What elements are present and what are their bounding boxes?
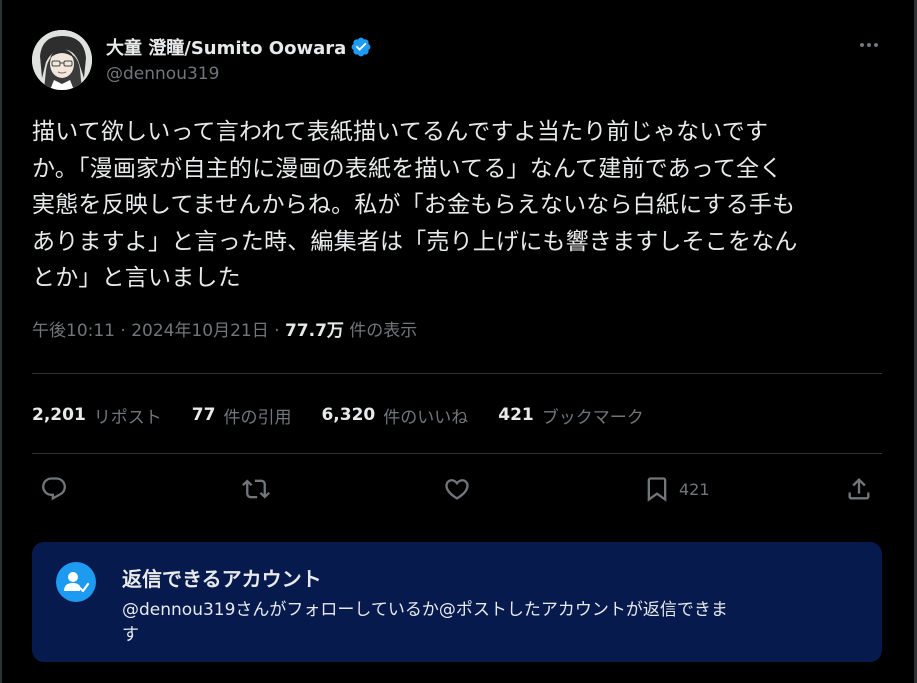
reply-restriction-badge [56, 562, 96, 602]
frame-border-left [0, 0, 2, 683]
reply-restriction-description-line: @dennou319さんがフォローしているか@ポストしたアカウントが返信できま [122, 600, 728, 620]
bookmark-count: 421 [679, 479, 710, 499]
stat-likes[interactable]: 6,320 件のいいね [321, 403, 468, 428]
stat-bookmarks[interactable]: 421 ブックマーク [498, 403, 644, 428]
stat-reposts[interactable]: 2,201 リポスト [32, 403, 162, 428]
bookmarks-label: ブックマーク [541, 407, 644, 428]
verified-badge-icon[interactable] [350, 36, 372, 58]
reply-icon [42, 477, 66, 501]
tweet-text-line: 描いて欲しいって言われて表紙描いてるんですよ当たり前じゃないです [32, 119, 769, 145]
views-count: 77.7万 [284, 321, 344, 341]
tweet-text-line: 実態を反映してませんからね。私が「お金もらえないなら白紙にする手も [32, 192, 796, 218]
stat-quotes[interactable]: 77 件の引用 [192, 403, 292, 428]
like-button[interactable] [443, 474, 471, 504]
tweet-text-line: とか」と言いました [32, 265, 241, 291]
repost-icon [242, 479, 270, 499]
author-name-text: 大童 澄瞳/Sumito Oowara [106, 38, 347, 59]
likes-count: 6,320 [321, 405, 376, 425]
more-options-button[interactable] [856, 34, 882, 56]
tweet-text-line: か。「漫画家が自主的に漫画の表紙を描いてる」なんて建前であって全く [32, 155, 783, 182]
reply-button[interactable] [40, 474, 68, 504]
bookmark-icon [647, 477, 667, 502]
tweet-text: 描いて欲しいって言われて表紙描いてるんですよ当たり前じゃないです か。「漫画家が… [32, 114, 882, 297]
reposts-count: 2,201 [32, 405, 86, 425]
more-dots-icon [860, 43, 878, 47]
repost-button[interactable] [242, 474, 270, 504]
views-label: 件の表示 [343, 321, 418, 341]
avatar-illustration [32, 30, 92, 90]
bookmarks-count: 421 [498, 405, 534, 425]
engagement-stats: 2,201 リポスト 77 件の引用 6,320 件のいいね 421 ブックマー… [32, 400, 674, 430]
user-check-icon [64, 572, 90, 593]
tweet-meta: 午後10:11 · 2024年10月21日 · 77.7万 件の表示 [32, 316, 417, 341]
reply-restriction-box: 返信できるアカウント @dennou319さんがフォローしているか@ポストしたア… [32, 542, 882, 662]
avatar[interactable] [32, 30, 92, 90]
bookmark-button[interactable]: 421 [643, 474, 710, 504]
reply-restriction-title: 返信できるアカウント [122, 567, 322, 591]
quotes-label: 件の引用 [223, 407, 292, 428]
share-icon [848, 478, 870, 500]
heart-icon [445, 479, 469, 500]
tweet-text-line: ありますよ」と言った時、編集者は「売り上げにも響きますしそこをなん [32, 228, 798, 255]
divider [32, 453, 882, 454]
reposts-label: リポスト [93, 407, 162, 428]
author-name[interactable]: 大童 澄瞳/Sumito Oowara [106, 34, 372, 60]
timestamp[interactable]: 午後10:11 · 2024年10月21日 · [32, 321, 285, 341]
likes-label: 件のいいね [383, 407, 469, 428]
reply-restriction-description: @dennou319さんがフォローしているか@ポストしたアカウントが返信できま … [122, 598, 862, 648]
share-button[interactable] [845, 474, 873, 504]
author-handle[interactable]: @dennou319 [106, 64, 219, 84]
quotes-count: 77 [191, 405, 216, 425]
reply-restriction-description-line: す [122, 625, 139, 645]
divider [32, 373, 882, 374]
